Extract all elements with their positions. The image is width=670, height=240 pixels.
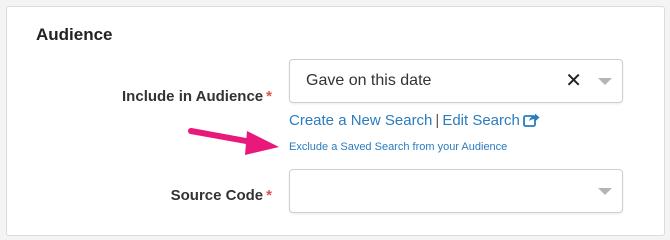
- include-in-audience-label: Include in Audience *: [122, 88, 272, 105]
- include-in-audience-select[interactable]: Gave on this date ✕: [289, 59, 623, 103]
- audience-panel: Audience Include in Audience * Gave on th…: [6, 6, 665, 236]
- chevron-down-icon[interactable]: [598, 188, 612, 195]
- source-code-select[interactable]: [289, 169, 623, 213]
- edit-search-link[interactable]: Edit Search: [442, 112, 540, 129]
- annotation-arrow-icon: [188, 128, 279, 155]
- chevron-down-icon[interactable]: [598, 78, 612, 85]
- source-code-label: Source Code *: [171, 187, 272, 204]
- search-links: Create a New Search | Edit Search: [289, 112, 540, 131]
- selected-search-value: Gave on this date: [306, 72, 432, 89]
- source-code-label-text: Source Code: [170, 187, 264, 204]
- required-marker: *: [266, 187, 272, 204]
- edit-search-link-text: Edit Search: [442, 112, 520, 129]
- close-icon[interactable]: ✕: [565, 68, 582, 93]
- exclude-saved-search-link[interactable]: Exclude a Saved Search from your Audienc…: [289, 141, 507, 153]
- required-marker: *: [266, 88, 272, 105]
- include-in-audience-label-text: Include in Audience: [122, 88, 264, 105]
- section-title: Audience: [36, 25, 113, 44]
- link-separator: |: [435, 112, 440, 129]
- create-new-search-link[interactable]: Create a New Search: [289, 112, 432, 129]
- share-arrow-icon: [522, 112, 540, 131]
